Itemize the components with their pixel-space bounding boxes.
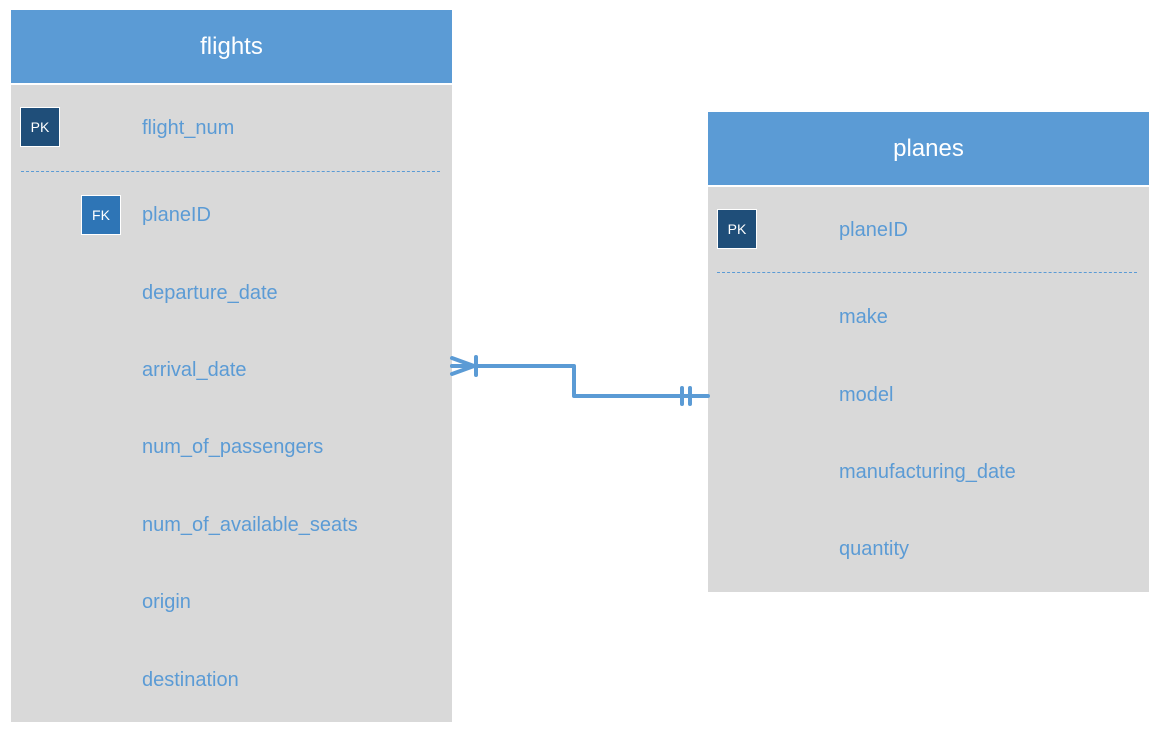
connector-line	[450, 364, 710, 398]
relationship-connector[interactable]	[0, 0, 1161, 729]
crows-foot-many-icon	[450, 356, 476, 376]
